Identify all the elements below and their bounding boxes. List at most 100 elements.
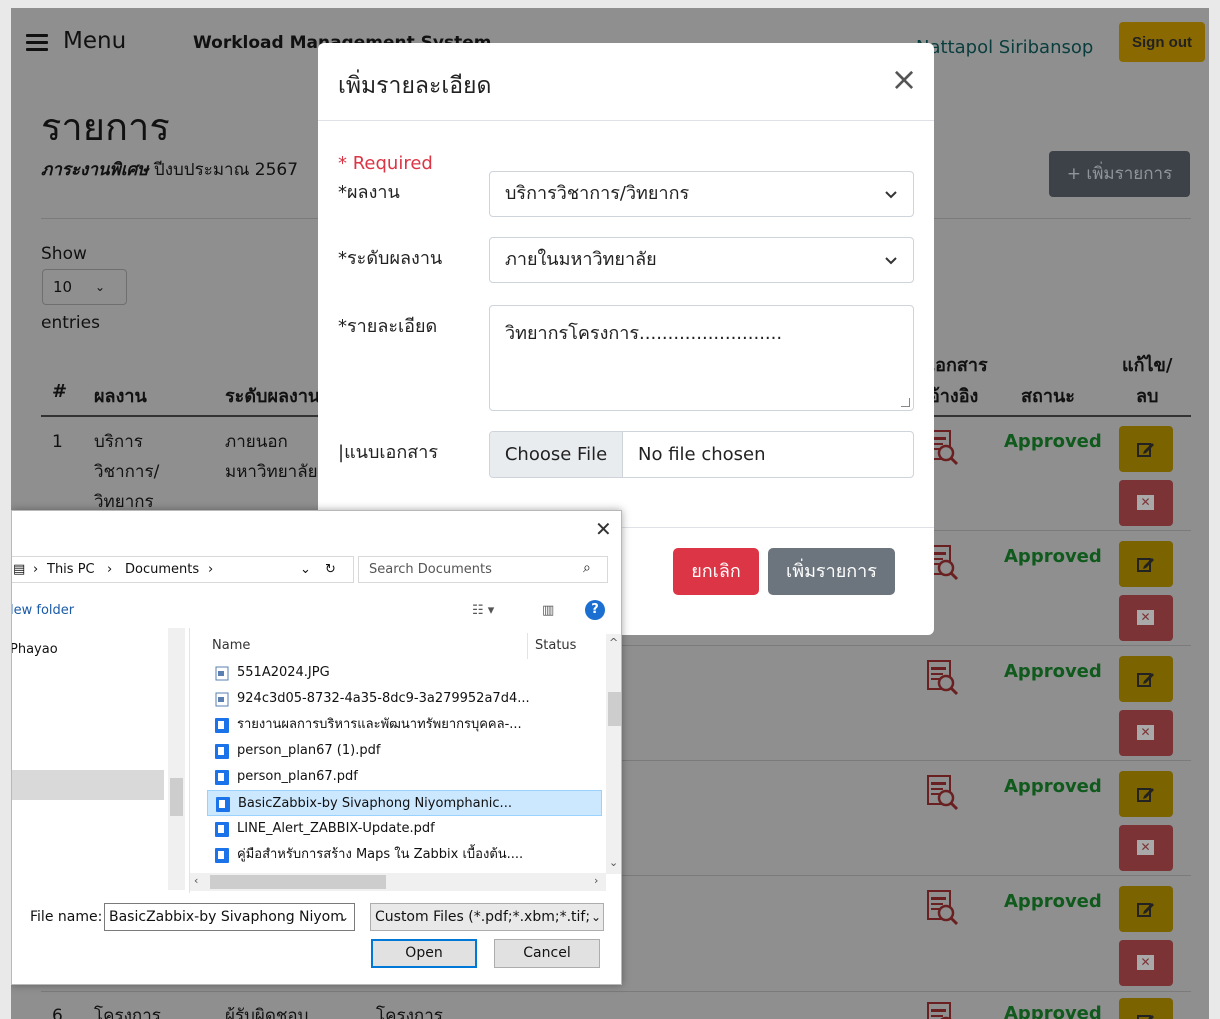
nav-scrollbar[interactable] bbox=[168, 628, 185, 890]
chevron-down-icon[interactable]: ⌄ bbox=[300, 562, 311, 577]
status-badge: Approved bbox=[1004, 776, 1102, 797]
nav-item-phayao[interactable]: Phayao bbox=[12, 642, 58, 657]
edit-button[interactable] bbox=[1119, 998, 1173, 1019]
file-item[interactable]: person_plan67 (1).pdf bbox=[207, 738, 602, 764]
no-file-text: No file chosen bbox=[638, 444, 766, 465]
file-open-dialog: ✕ ▤ › This PC › Documents › ⌄ ↻ Search D… bbox=[11, 510, 622, 985]
scroll-left-icon[interactable]: ‹ bbox=[194, 874, 198, 887]
col-header-status[interactable]: สถานะ bbox=[1021, 381, 1075, 410]
horizontal-scroll-thumb[interactable] bbox=[210, 875, 386, 889]
preview-pane-icon[interactable]: ▥ bbox=[542, 603, 554, 618]
detail-text: วิทยากรโครงการ......................... bbox=[505, 323, 783, 344]
col-header-result[interactable]: ผลงาน bbox=[94, 381, 147, 410]
entries-select[interactable]: 10 ⌄ bbox=[42, 269, 127, 305]
pdf-file-icon bbox=[215, 822, 229, 837]
file-input[interactable]: Choose File No file chosen bbox=[489, 431, 914, 478]
nav-selected-item[interactable] bbox=[12, 770, 164, 800]
page-subtitle: ภาระงานพิเศษ ปีงบประมาณ 2567 bbox=[41, 156, 298, 183]
breadcrumb-documents[interactable]: Documents bbox=[125, 562, 199, 577]
entries-label: entries bbox=[41, 313, 100, 333]
search-documents-input[interactable]: Search Documents ⌕ bbox=[358, 556, 608, 583]
sign-out-button[interactable]: Sign out bbox=[1119, 22, 1205, 62]
file-name: 924c3d05-8732-4a35-8dc9-3a279952a7d4... bbox=[237, 691, 530, 706]
navigation-pane: Phayao ^ ⌄ bbox=[12, 628, 190, 893]
close-box-icon: ✕ bbox=[1137, 610, 1154, 625]
detail-textarea[interactable]: วิทยากรโครงการ......................... bbox=[489, 305, 914, 411]
cancel-button[interactable]: ยกเลิก bbox=[673, 548, 759, 595]
edit-button[interactable] bbox=[1119, 426, 1173, 472]
detail-label: *รายละเอียด bbox=[338, 316, 438, 337]
chevron-down-icon[interactable]: ⌄ bbox=[339, 904, 349, 930]
delete-button[interactable]: ✕ bbox=[1119, 710, 1173, 756]
document-search-icon[interactable] bbox=[926, 774, 960, 812]
column-divider[interactable] bbox=[527, 633, 528, 659]
resize-handle-icon[interactable] bbox=[901, 398, 910, 407]
file-item[interactable]: คู่มือสำหรับการสร้าง Maps ใน Zabbix เบื้… bbox=[207, 842, 602, 868]
nav-scroll-thumb[interactable] bbox=[170, 778, 183, 816]
menu-label[interactable]: Menu bbox=[63, 28, 126, 54]
file-item[interactable]: 551A2024.JPG bbox=[207, 660, 602, 686]
edit-icon bbox=[1137, 788, 1154, 802]
col-status[interactable]: Status bbox=[535, 638, 576, 653]
page-title: รายการ bbox=[41, 105, 170, 149]
breadcrumb-this-pc[interactable]: This PC bbox=[47, 562, 95, 577]
document-search-icon[interactable] bbox=[926, 889, 960, 927]
required-note: * Required bbox=[338, 153, 433, 174]
scroll-down-icon[interactable]: ⌄ bbox=[609, 856, 618, 869]
search-placeholder: Search Documents bbox=[369, 562, 492, 577]
col-header-doc-2: อ้างอิง bbox=[929, 386, 979, 407]
document-search-icon[interactable] bbox=[926, 659, 960, 697]
dialog-cancel-button[interactable]: Cancel bbox=[494, 939, 600, 968]
delete-button[interactable]: ✕ bbox=[1119, 825, 1173, 871]
choose-file-button[interactable]: Choose File bbox=[490, 432, 623, 477]
file-item[interactable]: รายงานผลการบริหารและพัฒนาทรัพยากรบุคคล-.… bbox=[207, 712, 602, 738]
col-header-level[interactable]: ระดับผลงาน bbox=[225, 381, 320, 410]
help-icon[interactable]: ? bbox=[585, 600, 605, 620]
add-entry-button[interactable]: + เพิ่มรายการ bbox=[1049, 151, 1190, 197]
entries-value: 10 bbox=[53, 278, 73, 296]
horizontal-scrollbar[interactable]: ‹ › bbox=[190, 873, 606, 891]
view-options-icon[interactable]: ☷ ▾ bbox=[472, 603, 494, 618]
search-icon: ⌕ bbox=[583, 560, 591, 576]
file-type-filter[interactable]: Custom Files (*.pdf;*.xbm;*.tif;* ⌄ bbox=[370, 903, 604, 931]
edit-button[interactable] bbox=[1119, 656, 1173, 702]
file-scroll-thumb[interactable] bbox=[608, 692, 621, 726]
document-search-icon[interactable] bbox=[926, 1001, 960, 1019]
delete-button[interactable]: ✕ bbox=[1119, 595, 1173, 641]
new-folder-button[interactable]: lew folder bbox=[12, 603, 74, 618]
file-item[interactable]: 924c3d05-8732-4a35-8dc9-3a279952a7d4... bbox=[207, 686, 602, 712]
file-scrollbar[interactable]: ^ ⌄ bbox=[606, 634, 621, 874]
chevron-right-icon[interactable]: › bbox=[33, 562, 38, 577]
level-select[interactable]: ภายในมหาวิทยาลัย bbox=[489, 237, 914, 283]
chevron-right-icon[interactable]: › bbox=[208, 562, 213, 577]
result-select[interactable]: บริการวิชาการ/วิทยากร bbox=[489, 171, 914, 217]
status-badge: Approved bbox=[1004, 546, 1102, 567]
file-name: LINE_Alert_ZABBIX-Update.pdf bbox=[237, 821, 435, 836]
address-bar[interactable]: ▤ › This PC › Documents › ⌄ ↻ bbox=[12, 556, 354, 583]
pdf-file-icon bbox=[215, 744, 229, 759]
close-icon[interactable]: ✕ bbox=[595, 517, 612, 541]
close-box-icon: ✕ bbox=[1137, 955, 1154, 970]
hamburger-icon[interactable] bbox=[26, 34, 48, 51]
delete-button[interactable]: ✕ bbox=[1119, 480, 1173, 526]
chevron-right-icon[interactable]: › bbox=[107, 562, 112, 577]
scroll-up-icon[interactable]: ^ bbox=[609, 636, 618, 649]
open-button[interactable]: Open bbox=[371, 939, 477, 968]
modal-header-divider bbox=[318, 120, 934, 121]
pdf-file-icon bbox=[215, 848, 229, 863]
scroll-right-icon[interactable]: › bbox=[594, 874, 598, 887]
file-item[interactable]: person_plan67.pdf bbox=[207, 764, 602, 790]
add-item-button[interactable]: เพิ่มรายการ bbox=[768, 548, 895, 595]
chevron-down-icon[interactable]: ⌄ bbox=[589, 904, 602, 930]
delete-button[interactable]: ✕ bbox=[1119, 940, 1173, 986]
file-item[interactable]: LINE_Alert_ZABBIX-Update.pdf bbox=[207, 816, 602, 842]
edit-button[interactable] bbox=[1119, 886, 1173, 932]
close-icon[interactable]: × bbox=[888, 63, 920, 97]
col-name[interactable]: Name bbox=[212, 638, 250, 653]
edit-button[interactable] bbox=[1119, 541, 1173, 587]
file-name-input[interactable]: BasicZabbix-by Sivaphong Niyom ⌄ bbox=[104, 903, 355, 931]
row-6-num: 6 bbox=[52, 1006, 63, 1019]
edit-button[interactable] bbox=[1119, 771, 1173, 817]
file-item[interactable]: BasicZabbix-by Sivaphong Niyomphanic... bbox=[207, 790, 602, 816]
refresh-icon[interactable]: ↻ bbox=[325, 562, 336, 577]
